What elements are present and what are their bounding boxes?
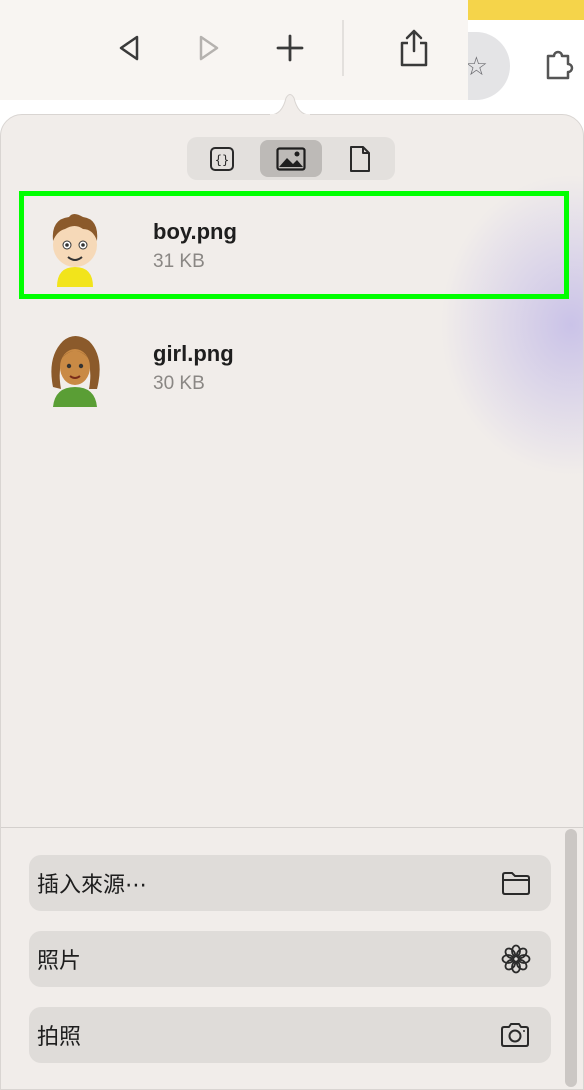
scrollbar[interactable] xyxy=(565,829,577,1087)
popover-arrow xyxy=(270,94,310,116)
share-icon xyxy=(400,29,428,67)
file-name: girl.png xyxy=(153,341,234,366)
star-icon: ☆ xyxy=(464,50,488,81)
browser-toolbar xyxy=(0,0,468,100)
action-label: 拍照 xyxy=(37,1024,82,1049)
forward-button[interactable] xyxy=(184,24,232,72)
photos-button[interactable]: 照片 xyxy=(29,931,551,987)
boy-avatar-thumbnail xyxy=(52,214,98,287)
file-row-girl[interactable]: girl.png 30 KB xyxy=(19,313,569,421)
segment-files[interactable] xyxy=(328,140,391,177)
forward-triangle-icon xyxy=(199,35,219,61)
share-button[interactable] xyxy=(390,24,438,72)
action-label: 照片 xyxy=(37,948,82,973)
file-size: 30 KB xyxy=(153,373,205,394)
file-picker-popover: {} boy.png 31 KB girl.png 30 KB 插入來源⋯ 照片… xyxy=(0,114,584,1090)
actions-separator xyxy=(1,827,583,828)
segment-json[interactable]: {} xyxy=(191,140,254,177)
svg-text:{}: {} xyxy=(215,153,229,167)
girl-avatar-thumbnail xyxy=(51,336,100,407)
folder-icon xyxy=(502,872,530,895)
new-tab-button[interactable] xyxy=(266,24,314,72)
flower-icon xyxy=(501,944,531,974)
camera-icon xyxy=(501,1023,529,1047)
file-size: 31 KB xyxy=(153,251,205,272)
take-photo-button[interactable]: 拍照 xyxy=(29,1007,551,1063)
source-segmented-control: {} xyxy=(187,137,395,180)
segment-images[interactable] xyxy=(259,140,323,177)
file-row-boy[interactable]: boy.png 31 KB xyxy=(19,191,569,299)
back-button[interactable] xyxy=(106,24,154,72)
plus-icon xyxy=(276,34,304,62)
extension-puzzle-icon[interactable] xyxy=(540,46,576,82)
file-name: boy.png xyxy=(153,219,237,244)
toolbar-divider xyxy=(342,20,344,76)
image-icon xyxy=(276,146,306,171)
back-triangle-icon xyxy=(119,35,139,61)
action-label: 插入來源⋯ xyxy=(37,872,148,897)
braces-icon: {} xyxy=(210,146,235,171)
insert-from-button[interactable]: 插入來源⋯ xyxy=(29,855,551,911)
document-icon xyxy=(349,145,370,172)
